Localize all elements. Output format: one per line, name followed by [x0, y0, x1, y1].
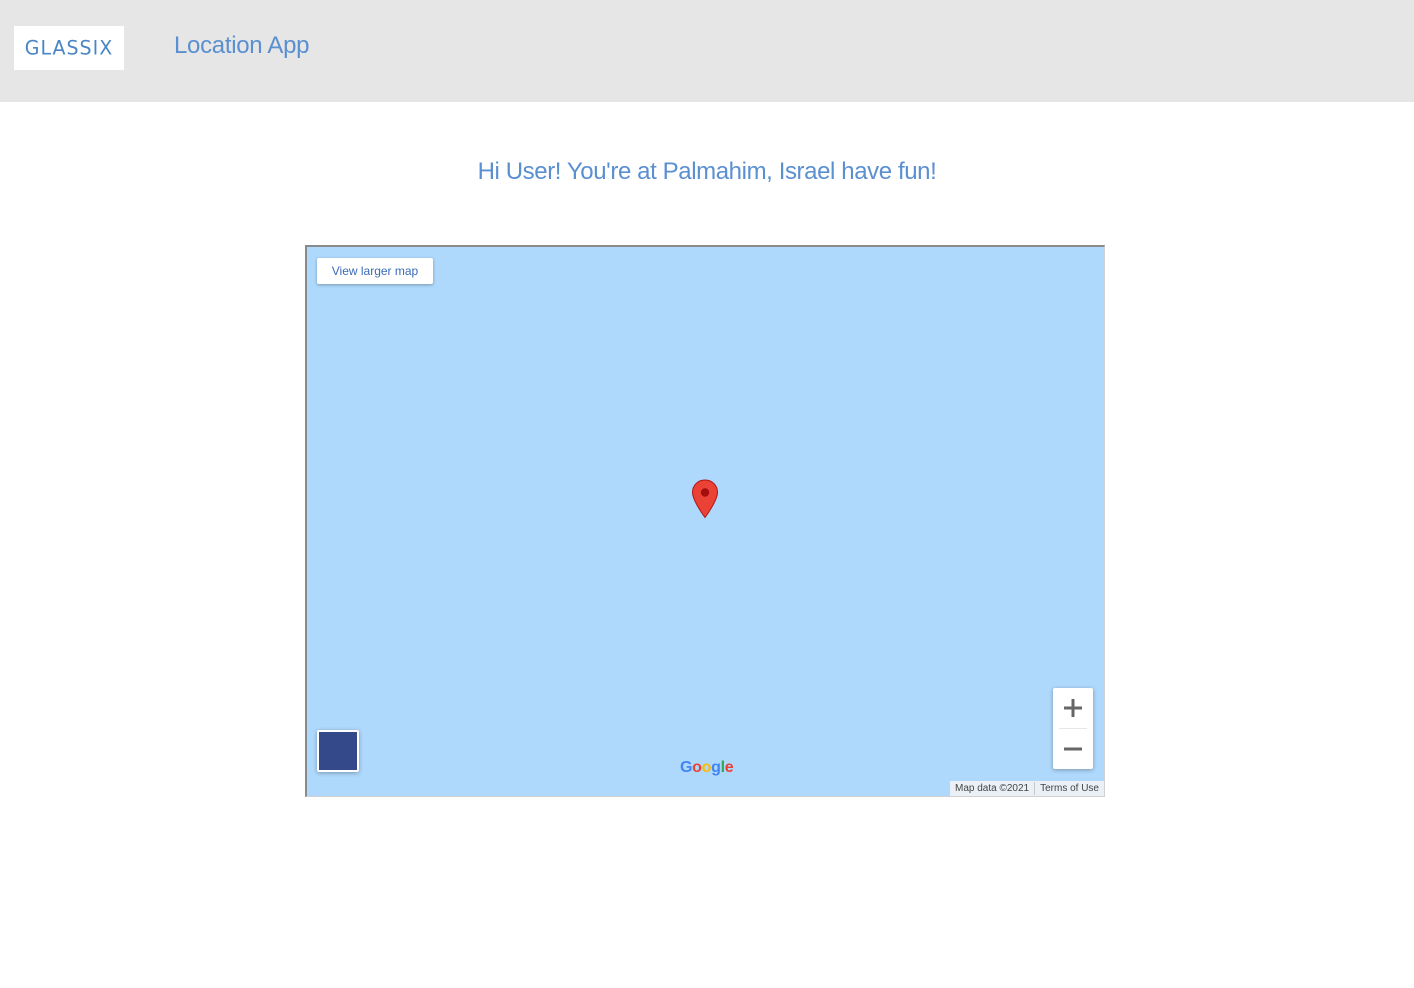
map-pin-icon[interactable]	[691, 479, 719, 519]
map-embed[interactable]: View larger map Google Map data ©2021 Te…	[305, 245, 1105, 797]
minus-icon	[1064, 747, 1082, 751]
map-type-toggle[interactable]	[317, 730, 359, 772]
terms-of-use-link[interactable]: Terms of Use	[1035, 781, 1104, 796]
zoom-control	[1053, 688, 1093, 769]
zoom-in-button[interactable]	[1053, 688, 1093, 728]
google-logo: Google	[680, 759, 734, 776]
view-larger-map-link[interactable]: View larger map	[317, 258, 433, 284]
glassix-logo[interactable]: GLASSIX	[14, 26, 124, 70]
map-attribution: Map data ©2021 Terms of Use	[950, 781, 1104, 796]
greeting-message: Hi User! You're at Palmahim, Israel have…	[477, 158, 937, 185]
logo-text: GLASSIX	[24, 36, 114, 60]
map-data-label: Map data ©2021	[955, 783, 1030, 794]
plus-icon	[1064, 699, 1082, 717]
zoom-out-button[interactable]	[1053, 729, 1093, 769]
app-title: Location App	[174, 32, 310, 59]
app-header: GLASSIX Location App	[0, 0, 1414, 102]
